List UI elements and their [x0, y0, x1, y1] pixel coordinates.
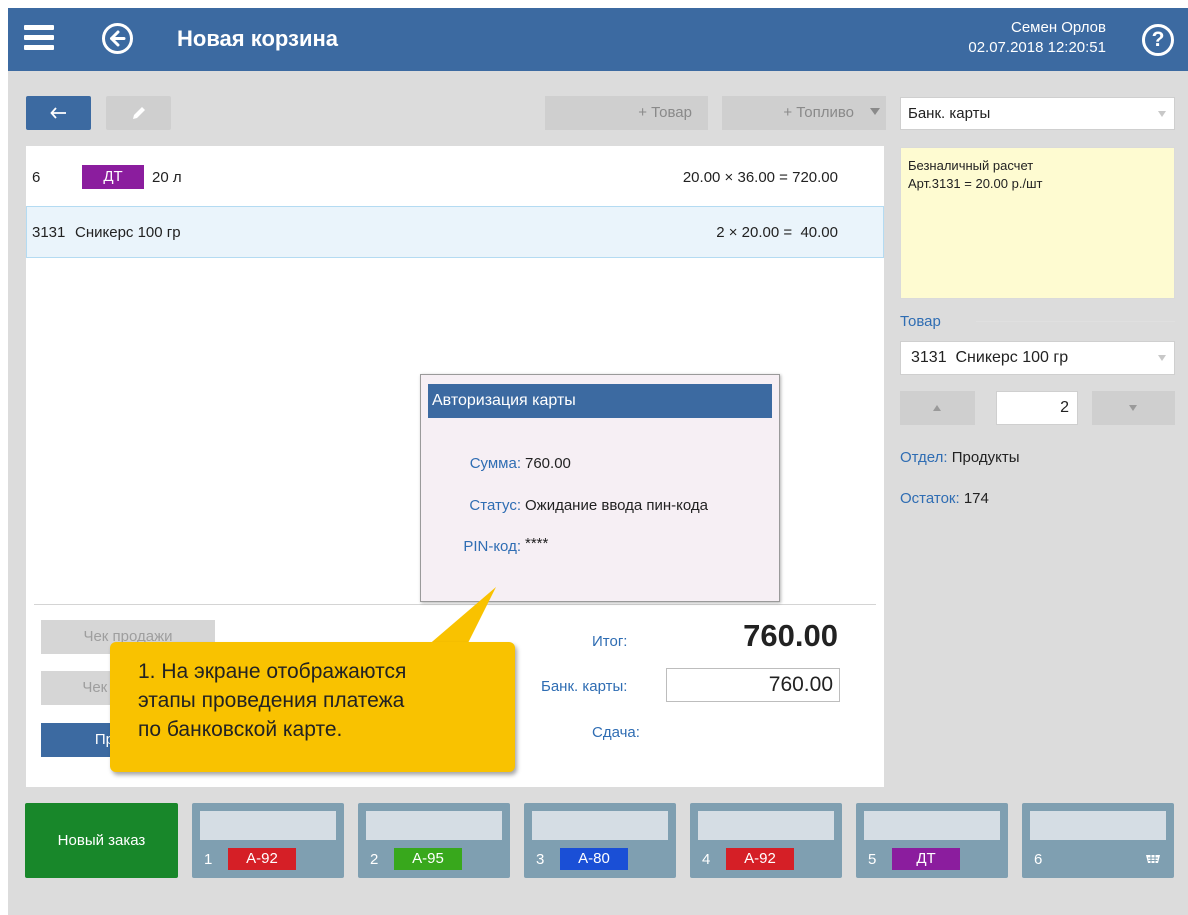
- order-number: 6: [1034, 851, 1043, 868]
- card-auth-dialog: Авторизация карты Сумма: 760.00 Статус: …: [420, 374, 780, 602]
- order-tab-6[interactable]: 6: [1022, 803, 1174, 878]
- payment-method-label: Банк. карты:: [541, 678, 628, 695]
- order-tab-header: [1030, 811, 1166, 840]
- status-strip: [8, 894, 1188, 915]
- page-title: Новая корзина: [177, 26, 339, 51]
- item-select-value: 3131 Сникерс 100 гр: [911, 349, 1069, 366]
- fuel-badge: ДТ: [892, 848, 960, 870]
- stock-info: Остаток: 174: [900, 490, 989, 507]
- fuel-badge: А-95: [394, 848, 462, 870]
- pin-value: ****: [525, 535, 549, 552]
- user-name: Семен Орлов: [1010, 19, 1106, 36]
- item-code: 3131: [32, 224, 66, 241]
- cart-row-fuel[interactable]: 6 ДТ 20 л 20.00 × 36.00 = 720.00: [26, 152, 884, 204]
- payment-method-select[interactable]: Банк. карты: [900, 97, 1175, 130]
- fuel-badge: А-92: [228, 848, 296, 870]
- current-datetime: 02.07.2018 12:20:51: [968, 39, 1106, 56]
- order-tab-header: [698, 811, 834, 840]
- divider: [976, 321, 1175, 322]
- back-circle-icon[interactable]: [102, 23, 133, 54]
- total-label: Итог:: [592, 633, 628, 650]
- payment-method-value: Банк. карты: [908, 105, 991, 122]
- qty-decrease-button[interactable]: [1092, 391, 1175, 425]
- department-info: Отдел: Продукты: [900, 449, 1020, 466]
- stock-label: Остаток:: [900, 490, 960, 507]
- info-box: Безналичный расчет Арт.3131 = 20.00 р./ш…: [900, 147, 1175, 299]
- back-button[interactable]: [26, 96, 91, 130]
- callout-text: 1. На экране отображаются этапы проведен…: [138, 660, 407, 741]
- order-tab-2[interactable]: 2 А-95: [358, 803, 510, 878]
- status-label: Статус:: [469, 497, 521, 514]
- qty-increase-button[interactable]: [900, 391, 975, 425]
- item-calc: 20.00 × 36.00 = 720.00: [682, 169, 838, 186]
- dialog-title: Авторизация карты: [428, 384, 772, 418]
- fuel-badge: А-92: [726, 848, 794, 870]
- help-callout: 1. На экране отображаются этапы проведен…: [110, 642, 515, 772]
- chevron-down-icon: [1158, 111, 1166, 117]
- order-tab-3[interactable]: 3 А-80: [524, 803, 676, 878]
- pin-label: PIN-код:: [463, 538, 521, 555]
- payment-amount-input[interactable]: 760.00: [666, 668, 840, 702]
- order-tab-header: [864, 811, 1000, 840]
- total-value: 760.00: [743, 618, 838, 653]
- department-value: Продукты: [951, 449, 1020, 466]
- status-value: Ожидание ввода пин-кода: [525, 497, 709, 514]
- item-code: 6: [32, 169, 41, 186]
- add-fuel-label: + Топливо: [783, 104, 854, 121]
- order-tab-1[interactable]: 1 А-92: [192, 803, 344, 878]
- top-bar: Новая корзина Семен Орлов 02.07.2018 12:…: [8, 8, 1188, 71]
- arrow-left-icon: [50, 107, 66, 119]
- order-number: 3: [536, 851, 545, 868]
- change-label: Сдача:: [592, 724, 640, 741]
- order-tab-4[interactable]: 4 А-92: [690, 803, 842, 878]
- chevron-down-icon: [870, 108, 880, 115]
- cart-icon: [1146, 855, 1160, 863]
- order-tab-header: [366, 811, 502, 840]
- item-quantity: 20 л: [152, 169, 182, 186]
- chevron-up-icon: [933, 405, 941, 411]
- item-calc: 2 × 20.00 = 40.00: [716, 224, 838, 241]
- quantity-field[interactable]: 2: [996, 391, 1078, 425]
- order-tab-header: [532, 811, 668, 840]
- order-number: 4: [702, 851, 711, 868]
- cart-row-product[interactable]: 3131 Сникерс 100 гр 2 × 20.00 = 40.00: [26, 206, 884, 258]
- order-number: 1: [204, 851, 213, 868]
- item-select[interactable]: 3131 Сникерс 100 гр: [900, 341, 1175, 375]
- order-tab-header: [200, 811, 336, 840]
- order-number: 2: [370, 851, 379, 868]
- edit-button[interactable]: [106, 96, 171, 130]
- app-window: Новая корзина Семен Орлов 02.07.2018 12:…: [8, 8, 1188, 915]
- menu-icon[interactable]: [24, 25, 54, 51]
- item-section-label: Товар: [900, 313, 941, 330]
- info-line: Арт.3131 = 20.00 р./шт: [908, 176, 1043, 191]
- department-label: Отдел:: [900, 449, 948, 466]
- chevron-down-icon: [1158, 355, 1166, 361]
- new-order-button[interactable]: Новый заказ: [25, 803, 178, 878]
- info-line: Безналичный расчет: [908, 158, 1034, 173]
- help-icon[interactable]: ?: [1142, 24, 1174, 56]
- fuel-badge: ДТ: [82, 165, 144, 189]
- user-info: Семен Орлов 02.07.2018 12:20:51: [968, 18, 1106, 58]
- add-fuel-button[interactable]: + Топливо: [722, 96, 886, 130]
- chevron-down-icon: [1129, 405, 1137, 411]
- fuel-badge: А-80: [560, 848, 628, 870]
- order-tab-5[interactable]: 5 ДТ: [856, 803, 1008, 878]
- item-name: Сникерс 100 гр: [75, 224, 181, 241]
- stock-value: 174: [963, 490, 989, 507]
- order-number: 5: [868, 851, 877, 868]
- pencil-icon: [133, 107, 145, 119]
- sum-label: Сумма:: [469, 455, 521, 472]
- add-item-button[interactable]: + Товар: [545, 96, 708, 130]
- sum-value: 760.00: [525, 455, 571, 472]
